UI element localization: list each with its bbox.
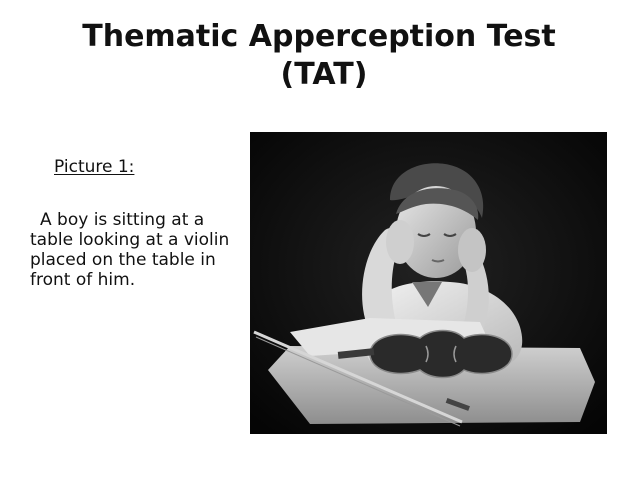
photo-illustration (250, 132, 607, 434)
right-hand (458, 228, 486, 272)
picture-label: Picture 1: (54, 157, 135, 177)
boy-with-violin-photo (250, 132, 607, 434)
title-line-1: Thematic Apperception Test (82, 19, 556, 54)
slide-title: Thematic Apperception Test (TAT) (0, 18, 638, 94)
slide: Thematic Apperception Test (TAT) Picture… (0, 0, 638, 479)
title-line-2: (TAT) (280, 57, 368, 92)
picture-description: A boy is sitting at a table looking at a… (30, 210, 230, 290)
left-hand (386, 220, 414, 264)
violin-body (369, 329, 513, 379)
